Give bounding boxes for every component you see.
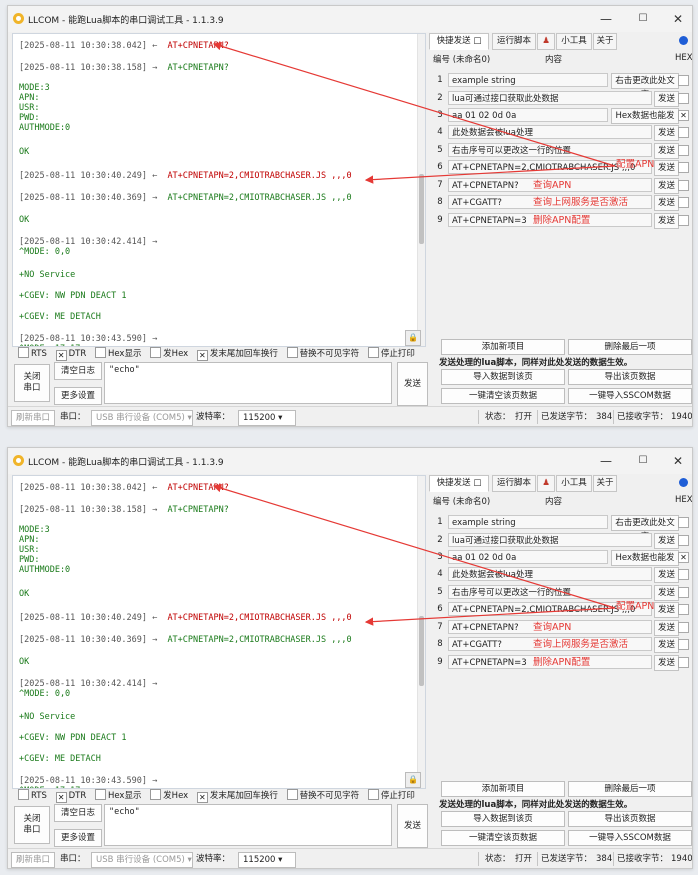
llcom-window-1: LLCOM - 能跑Lua脚本的串口调试工具 - 1.1.3.9 — ☐ ✕ [… bbox=[7, 5, 693, 427]
llcom-window-2: LLCOM - 能跑Lua脚本的串口调试工具 - 1.1.3.9 — ☐ ✕ [… bbox=[7, 447, 693, 869]
arrow-line bbox=[364, 165, 616, 184]
annotation-arrows bbox=[212, 484, 616, 626]
arrow-line bbox=[212, 42, 616, 167]
arrow-line bbox=[364, 607, 616, 626]
arrow-line bbox=[212, 484, 616, 609]
annotation-arrows bbox=[212, 42, 616, 184]
